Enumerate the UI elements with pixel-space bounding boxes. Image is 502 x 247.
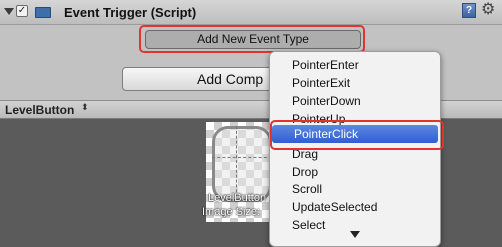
menu-item-drop[interactable]: Drop (270, 163, 440, 181)
button-sprite-image (212, 126, 272, 202)
add-component-button[interactable]: Add Comp (122, 67, 288, 91)
preview-image-size: Image Size: (202, 206, 261, 218)
preview-dropdown-icon[interactable]: ⬍ (81, 102, 89, 113)
foldout-arrow-icon[interactable] (4, 8, 14, 15)
component-enabled-checkbox[interactable]: ✓ (16, 5, 28, 17)
help-icon[interactable]: ? (462, 3, 476, 18)
event-button-callout (139, 25, 365, 53)
menu-item-pointer-enter[interactable]: PointerEnter (270, 56, 440, 74)
pointer-click-callout (270, 120, 444, 150)
event-trigger-header[interactable]: ✓ Event Trigger (Script) ? ⚙ (0, 0, 502, 25)
slice-guide-horizontal (212, 157, 272, 158)
script-icon (35, 7, 51, 18)
menu-item-update-selected[interactable]: UpdateSelected (270, 198, 440, 216)
gear-icon[interactable]: ⚙ (481, 2, 495, 18)
component-title: Event Trigger (Script) (64, 5, 197, 20)
preview-label: LevelButton (208, 192, 267, 204)
menu-item-pointer-exit[interactable]: PointerExit (270, 74, 440, 92)
menu-item-pointer-down[interactable]: PointerDown (270, 92, 440, 110)
menu-item-scroll[interactable]: Scroll (270, 180, 440, 198)
menu-scroll-down-icon[interactable] (350, 231, 360, 238)
slice-guide-vertical (236, 126, 237, 202)
preview-title: LevelButton (5, 103, 75, 117)
